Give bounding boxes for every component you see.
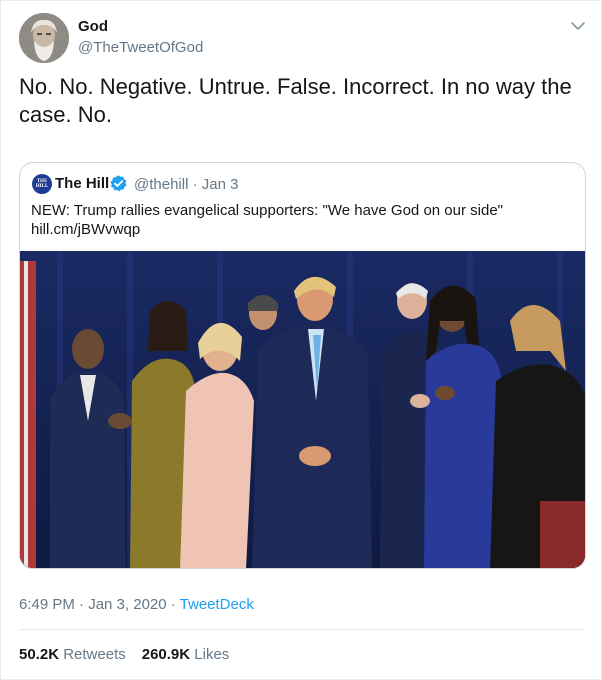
tweet-card: God @TheTweetOfGod No. No. Negative. Unt…	[0, 0, 602, 680]
likes-count: 260.9K	[141, 646, 191, 663]
tweet-stats: 50.2K Retweets 260.9K Likes	[19, 646, 229, 663]
author-avatar[interactable]	[19, 13, 69, 63]
tweet-text: No. No. Negative. Untrue. False. Incorre…	[19, 74, 572, 127]
quoted-meta: @thehill · Jan 3	[134, 176, 238, 193]
quoted-avatar-text: THE HILL	[35, 179, 49, 189]
retweets-label: Retweets	[63, 646, 126, 663]
likes-stat[interactable]: 260.9K Likes	[142, 646, 230, 663]
tweet-source-link[interactable]: TweetDeck	[180, 596, 254, 613]
likes-label: Likes	[194, 646, 230, 663]
retweets-stat[interactable]: 50.2K Retweets	[19, 646, 126, 663]
timestamp-text[interactable]: 6:49 PM · Jan 3, 2020	[19, 596, 167, 613]
author-name[interactable]: God	[78, 18, 108, 35]
chevron-down-icon[interactable]	[569, 17, 587, 35]
author-handle[interactable]: @TheTweetOfGod	[78, 39, 203, 56]
retweets-count: 50.2K	[19, 646, 60, 663]
quoted-author-handle[interactable]: @thehill	[134, 176, 188, 193]
quoted-author-avatar[interactable]: THE HILL	[32, 174, 52, 194]
quoted-author-name[interactable]: The Hill	[55, 175, 109, 192]
quoted-photo[interactable]	[20, 251, 585, 568]
quoted-link[interactable]: hill.cm/jBWvwqp	[31, 220, 571, 239]
divider	[19, 629, 586, 630]
quoted-text: NEW: Trump rallies evangelical supporter…	[31, 201, 571, 239]
timestamp-separator: ·	[166, 596, 180, 613]
verified-badge-icon	[109, 174, 128, 193]
quoted-date[interactable]: · Jan 3	[193, 176, 239, 193]
tweet-timestamp: 6:49 PM · Jan 3, 2020 · TweetDeck	[19, 596, 254, 613]
quoted-text-line: NEW: Trump rallies evangelical supporter…	[31, 202, 503, 219]
quoted-tweet[interactable]: THE HILL The Hill @thehill · Jan 3 NEW: …	[19, 162, 586, 569]
